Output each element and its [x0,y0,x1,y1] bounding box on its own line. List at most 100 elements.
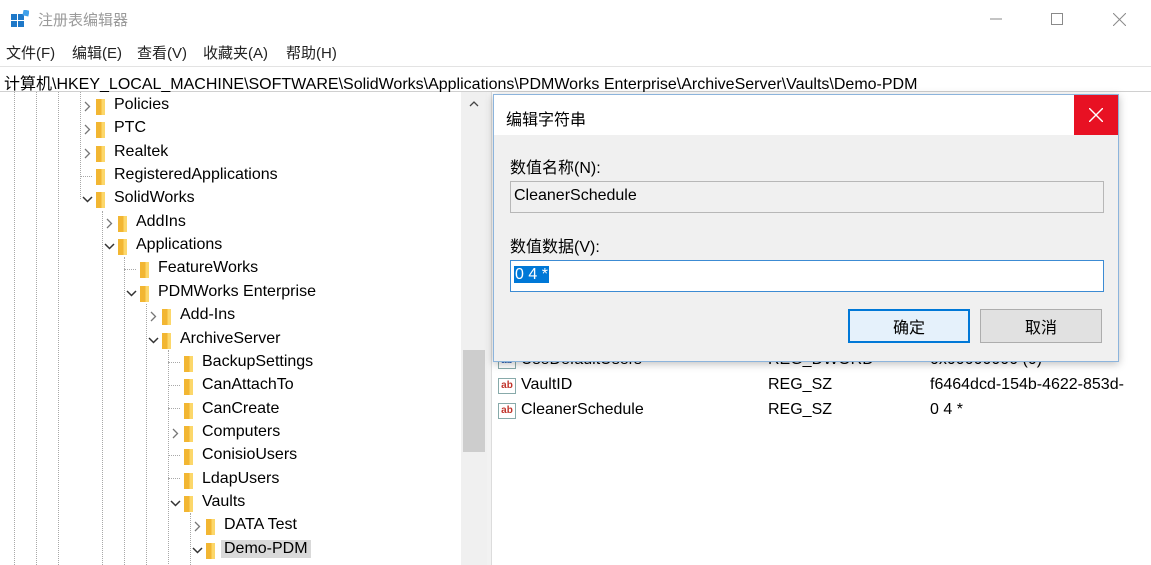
tree-node[interactable]: Policies [0,95,460,118]
tree-node[interactable]: LdapUsers [0,469,460,492]
ok-button[interactable]: 确定 [848,309,970,343]
chevron-right-icon[interactable] [80,95,94,118]
value-data: 0 4 * [930,401,963,418]
tree-node-label: LdapUsers [202,469,280,487]
folder-icon [184,402,193,419]
minimize-button[interactable] [967,0,1025,38]
address-path[interactable]: 计算机\HKEY_LOCAL_MACHINE\SOFTWARE\SolidWor… [4,70,917,94]
value-data-input[interactable]: 0 4 * [510,260,1104,292]
menu-file[interactable]: 文件(F) [6,42,55,63]
folder-icon [96,192,105,209]
folder-icon [184,355,193,372]
tree-node-label: DATA Test [224,516,297,534]
string-value-icon: ab [498,378,516,394]
value-name-label: 数值名称(N): [510,160,601,177]
close-icon [1089,108,1103,122]
scroll-up-arrow[interactable] [461,94,487,114]
address-bar[interactable]: 计算机\HKEY_LOCAL_MACHINE\SOFTWARE\SolidWor… [0,66,1151,94]
tree-node-label: Demo-PDM [221,539,311,558]
tree-node[interactable]: AddIns [0,212,460,235]
menu-favorites[interactable]: 收藏夹(A) [203,42,268,63]
tree-scrollbar[interactable] [461,92,487,565]
folder-icon [162,309,171,326]
folder-icon [184,495,193,512]
tree-node[interactable]: Add-Ins [0,305,460,328]
minimize-icon [990,18,1002,20]
tree-node[interactable]: RegisteredApplications [0,165,460,188]
value-row-cleanerschedule[interactable]: ab CleanerSchedule REG_SZ 0 4 * [493,400,1151,423]
folder-icon [184,449,193,466]
tree-node[interactable]: PDMWorks Enterprise [0,282,460,305]
tree-node[interactable]: ArchiveServer [0,329,460,352]
close-window-button[interactable] [1090,0,1148,38]
value-name: CleanerSchedule [521,401,644,418]
registry-editor-icon [11,10,29,27]
tree-node[interactable]: Computers [0,422,460,445]
chevron-down-icon[interactable] [168,492,182,515]
value-row-vaultid[interactable]: ab VaultID REG_SZ f6464dcd-154b-4622-853… [493,375,1151,398]
tree-node-label: SolidWorks [114,189,195,207]
value-type: REG_SZ [768,401,833,418]
folder-icon [206,542,215,559]
menu-help[interactable]: 帮助(H) [286,42,337,63]
chevron-right-icon[interactable] [146,305,160,328]
chevron-right-icon[interactable] [80,142,94,165]
chevron-up-icon [469,101,479,107]
chevron-right-icon[interactable] [80,118,94,141]
tree-node[interactable]: Vaults [0,492,460,515]
tree-node-label: ConisioUsers [202,446,298,464]
folder-icon [140,262,149,279]
dialog-close-button[interactable] [1074,95,1118,135]
folder-icon [206,519,215,536]
tree-node[interactable]: Applications [0,235,460,258]
tree-node[interactable]: SolidWorks [0,188,460,211]
title-bar: 注册表编辑器 [0,0,1151,38]
tree-node-label: Vaults [202,492,246,510]
tree-node[interactable]: PTC [0,118,460,141]
string-value-icon: ab [498,403,516,419]
chevron-right-icon[interactable] [102,212,116,235]
maximize-icon [1051,13,1063,25]
chevron-down-icon[interactable] [146,329,160,352]
tree-node[interactable]: FeatureWorks [0,258,460,281]
folder-icon [162,332,171,349]
menu-view[interactable]: 查看(V) [137,42,187,63]
chevron-down-icon[interactable] [190,539,204,562]
tree-node-label: ArchiveServer [180,329,281,347]
tree-node-label: FeatureWorks [158,259,259,277]
tree-node[interactable]: CanCreate [0,399,460,422]
tree-node-label: Applications [136,236,223,254]
menu-edit[interactable]: 编辑(E) [72,42,122,63]
window-title: 注册表编辑器 [38,12,129,29]
tree-node[interactable]: ConisioUsers [0,445,460,468]
tree-node[interactable]: DATA Test [0,515,460,538]
folder-icon [96,122,105,139]
tree-node[interactable]: Demo-PDM [0,539,460,562]
chevron-right-icon[interactable] [190,515,204,538]
dialog-title: 编辑字符串 [506,112,587,129]
tree-node[interactable]: Realtek [0,142,460,165]
folder-icon [96,169,105,186]
chevron-down-icon[interactable] [102,235,116,258]
scroll-thumb[interactable] [463,350,485,452]
pane-splitter[interactable] [487,92,492,565]
value-name: VaultID [521,376,573,393]
value-data: f6464dcd-154b-4622-853d- [930,376,1124,393]
chevron-down-icon[interactable] [80,188,94,211]
chevron-right-icon[interactable] [168,422,182,445]
tree-node-label: Policies [114,96,170,113]
tree-node[interactable]: BackupSettings [0,352,460,375]
chevron-down-icon[interactable] [124,282,138,305]
tree-node-label: PDMWorks Enterprise [158,282,316,300]
maximize-button[interactable] [1028,0,1086,38]
dialog-title-bar: 编辑字符串 [494,95,1118,135]
tree-node-label: PTC [114,119,146,137]
cancel-button[interactable]: 取消 [980,309,1102,343]
tree-node[interactable]: CanAttachTo [0,375,460,398]
value-type: REG_SZ [768,376,833,393]
folder-icon [96,99,105,115]
value-data-label: 数值数据(V): [510,239,600,256]
tree-node-label: RegisteredApplications [114,166,278,184]
key-tree[interactable]: Policies PTC Realtek RegisteredApplications… [0,92,487,565]
folder-icon [140,285,149,302]
